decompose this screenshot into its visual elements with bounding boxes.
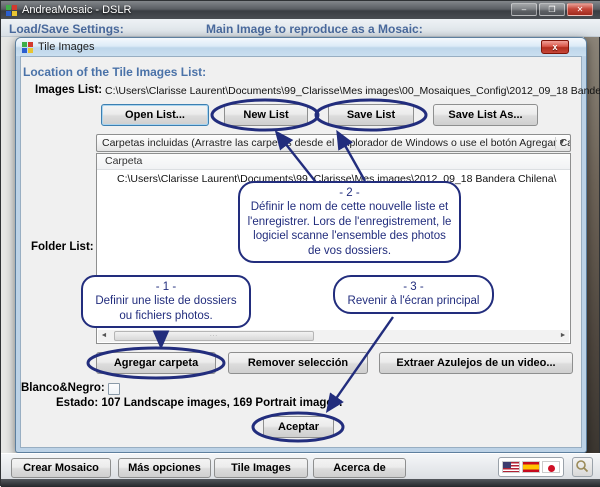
callout-step1: - 1 - Definir une liste de dossiers ou f… xyxy=(81,275,251,328)
scroll-right-icon[interactable]: ► xyxy=(557,330,569,342)
blanco-negro-label: Blanco&Negro: xyxy=(21,382,105,394)
remover-seleccion-button[interactable]: Remover selección xyxy=(228,352,368,374)
search-icon xyxy=(573,458,592,476)
window-titlebar[interactable]: AndreaMosaic - DSLR – ❐ ✕ xyxy=(1,1,600,19)
open-list-button[interactable]: Open List... xyxy=(101,104,209,126)
new-list-button[interactable]: New List xyxy=(224,104,308,126)
us-flag-icon[interactable] xyxy=(502,461,520,473)
callout-step2: - 2 - Définir le nom de cette nouvelle l… xyxy=(238,181,461,263)
estado-status-line: Estado: 107 Landscape images, 169 Portra… xyxy=(56,397,342,409)
location-section-heading: Location of the Tile Images List: xyxy=(23,65,206,79)
caption-buttons: – ❐ ✕ xyxy=(511,3,593,16)
callout-step3-text: Revenir à l'écran principal xyxy=(348,295,480,307)
blanco-negro-checkbox[interactable] xyxy=(108,383,120,395)
callout-step3-number: - 3 - xyxy=(341,280,486,294)
spain-flag-icon[interactable] xyxy=(522,461,540,473)
load-save-settings-heading: Load/Save Settings: xyxy=(9,22,124,36)
mas-opciones-button[interactable]: Más opciones xyxy=(118,458,211,478)
scrollbar-thumb[interactable]: ∙∙∙ xyxy=(114,331,314,341)
callout-step2-number: - 2 - xyxy=(246,186,453,200)
aceptar-button[interactable]: Aceptar xyxy=(263,416,334,438)
app-mosaic-icon xyxy=(6,5,17,16)
callout-step2-text: Définir le nom de cette nouvelle liste e… xyxy=(248,201,452,256)
window-title: AndreaMosaic - DSLR xyxy=(22,4,131,16)
callout-step1-text: Definir une liste de dossiers ou fichier… xyxy=(95,295,236,321)
images-list-label: Images List: xyxy=(35,84,102,96)
callout-step3: - 3 - Revenir à l'écran principal xyxy=(333,275,494,314)
folder-list-label: Folder List: xyxy=(31,241,94,253)
callout-step1-number: - 1 - xyxy=(89,280,243,294)
language-flags-panel[interactable] xyxy=(498,457,564,477)
main-image-heading: Main Image to reproduce as a Mosaic: xyxy=(206,22,423,36)
acerca-de-button[interactable]: Acerca de xyxy=(313,458,406,478)
minimize-button[interactable]: – xyxy=(511,3,537,16)
estado-value: 107 Landscape images, 169 Portrait image… xyxy=(101,397,342,409)
estado-label: Estado: xyxy=(56,397,101,409)
maximize-button[interactable]: ❐ xyxy=(539,3,565,16)
folders-included-dropdown-value: Carpetas incluidas (Arrastre las carpeta… xyxy=(102,137,571,149)
dialog-titlebar[interactable]: Tile Images xyxy=(16,38,586,56)
close-button[interactable]: ✕ xyxy=(567,3,593,16)
horizontal-scrollbar[interactable]: ◄ ∙∙∙ ► xyxy=(98,330,569,342)
extraer-azulejos-button[interactable]: Extraer Azulejos de un video... xyxy=(379,352,573,374)
save-list-as-button[interactable]: Save List As... xyxy=(433,104,538,126)
dialog-close-button[interactable]: x xyxy=(541,40,569,54)
folder-list-column-header[interactable]: Carpeta xyxy=(97,154,570,170)
scroll-left-icon[interactable]: ◄ xyxy=(98,330,110,342)
tile-images-button[interactable]: Tile Images xyxy=(214,458,308,478)
dialog-mosaic-icon xyxy=(22,42,33,53)
andreamosaic-window: { "window": { "title": "AndreaMosaic - D… xyxy=(0,0,600,486)
crear-mosaico-button[interactable]: Crear Mosaico xyxy=(11,458,111,478)
japan-flag-icon[interactable] xyxy=(542,461,560,473)
agregar-carpeta-button[interactable]: Agregar carpeta xyxy=(96,352,216,374)
search-button[interactable] xyxy=(572,457,593,477)
images-list-path: C:\Users\Clarisse Laurent\Documents\99_C… xyxy=(105,85,600,97)
chevron-down-icon[interactable]: ▼ xyxy=(555,137,568,149)
save-list-button[interactable]: Save List xyxy=(328,104,414,126)
dialog-title: Tile Images xyxy=(38,41,94,53)
folders-included-dropdown[interactable]: Carpetas incluidas (Arrastre las carpeta… xyxy=(96,134,571,152)
background-app-strip: Load/Save Settings: Main Image to reprod… xyxy=(1,19,600,37)
